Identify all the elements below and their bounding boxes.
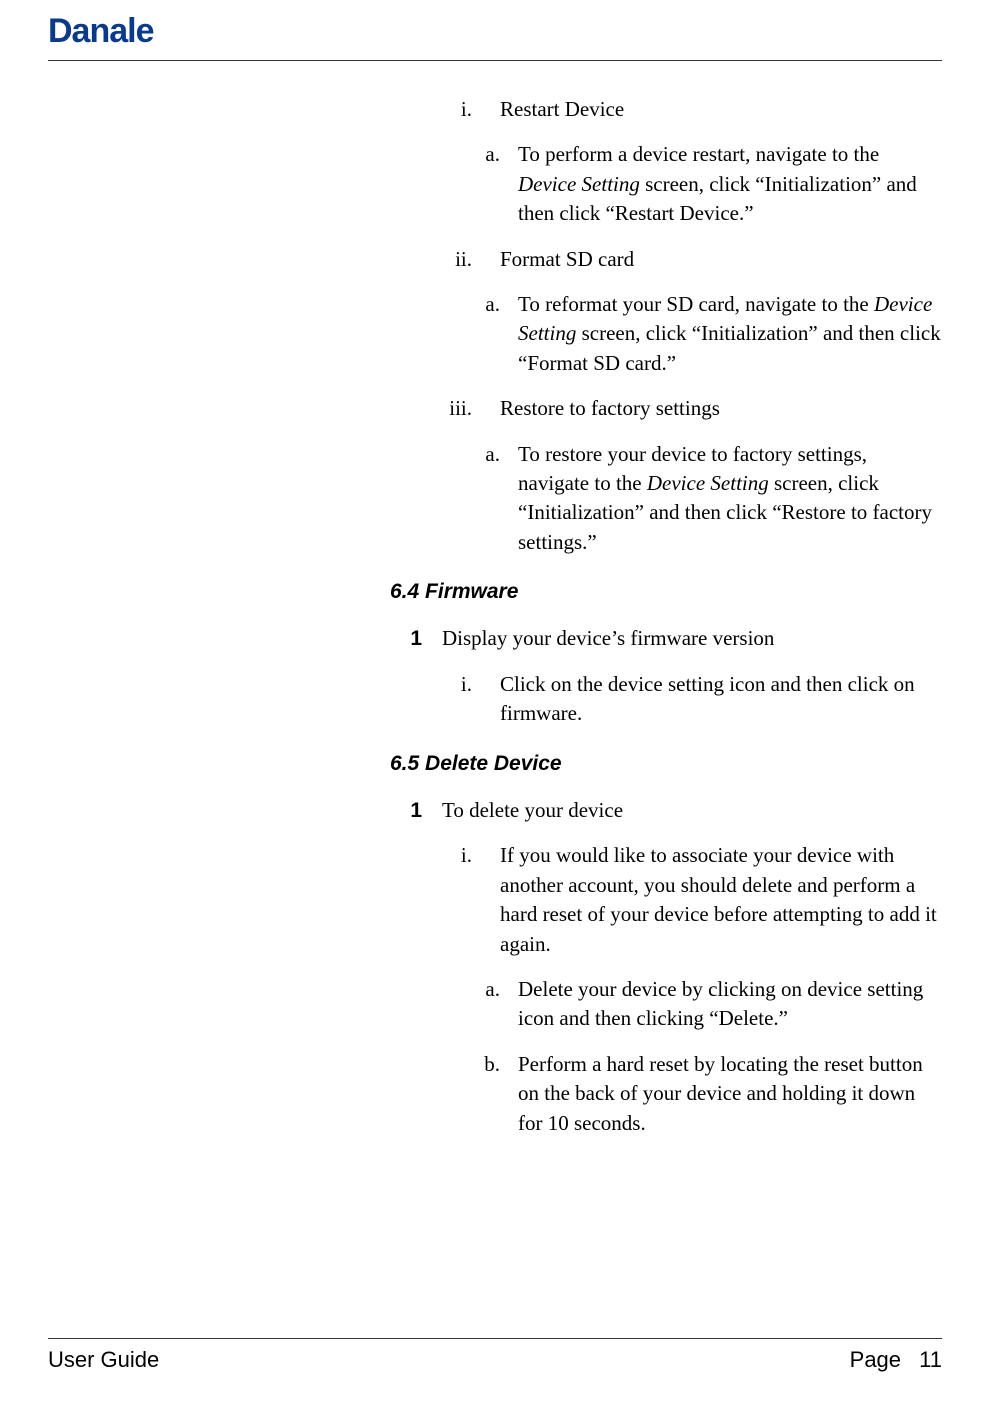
list-marker: b. <box>390 1050 518 1138</box>
list-marker: a. <box>390 975 518 1034</box>
list-text: To delete your device <box>442 796 942 825</box>
list-text: Restart Device <box>500 95 942 124</box>
list-text: To perform a device restart, navigate to… <box>518 140 942 228</box>
page-footer: User Guide Page 11 <box>48 1338 942 1376</box>
page-label: Page <box>850 1347 901 1372</box>
footer-right: Page 11 <box>850 1345 942 1376</box>
list-marker: iii. <box>390 394 500 423</box>
heading-firmware: 6.4 Firmware <box>390 577 942 606</box>
list-text: Display your device’s firmware version <box>442 624 942 653</box>
list-marker: 1 <box>390 624 442 653</box>
list-item-restart-device: i. Restart Device <box>390 95 942 124</box>
list-marker: i. <box>390 841 500 959</box>
page-number: 11 <box>919 1347 942 1372</box>
list-marker: a. <box>390 440 518 558</box>
list-text: Restore to factory settings <box>500 394 942 423</box>
substep-restore-a: a. To restore your device to factory set… <box>390 440 942 558</box>
list-item-format-sd: ii. Format SD card <box>390 245 942 274</box>
list-marker: a. <box>390 140 518 228</box>
substep-delete-i: i. If you would like to associate your d… <box>390 841 942 959</box>
list-text: Click on the device setting icon and the… <box>500 670 942 729</box>
list-marker: 1 <box>390 796 442 825</box>
substep-restart-a: a. To perform a device restart, navigate… <box>390 140 942 228</box>
list-marker: i. <box>390 95 500 124</box>
text-italic: Device Setting <box>518 172 640 196</box>
page-header: Danale <box>48 0 942 61</box>
brand-logo: Danale <box>48 8 942 56</box>
text-pre: To perform a device restart, navigate to… <box>518 142 879 166</box>
step-delete-1: 1 To delete your device <box>390 796 942 825</box>
substep-firmware-i: i. Click on the device setting icon and … <box>390 670 942 729</box>
substep-delete-b: b. Perform a hard reset by locating the … <box>390 1050 942 1138</box>
list-text: To restore your device to factory settin… <box>518 440 942 558</box>
text-pre: To reformat your SD card, navigate to th… <box>518 292 874 316</box>
list-text: Format SD card <box>500 245 942 274</box>
list-item-factory-restore: iii. Restore to factory settings <box>390 394 942 423</box>
list-text: Perform a hard reset by locating the res… <box>518 1050 942 1138</box>
text-post: screen, click “Initialization” and then … <box>518 321 941 374</box>
list-marker: ii. <box>390 245 500 274</box>
list-text: Delete your device by clicking on device… <box>518 975 942 1034</box>
substep-format-a: a. To reformat your SD card, navigate to… <box>390 290 942 378</box>
list-marker: i. <box>390 670 500 729</box>
text-italic: Device Setting <box>647 471 769 495</box>
footer-left: User Guide <box>48 1345 159 1376</box>
list-text: If you would like to associate your devi… <box>500 841 942 959</box>
heading-delete-device: 6.5 Delete Device <box>390 749 942 778</box>
list-marker: a. <box>390 290 518 378</box>
step-firmware-1: 1 Display your device’s firmware version <box>390 624 942 653</box>
list-text: To reformat your SD card, navigate to th… <box>518 290 942 378</box>
substep-delete-a: a. Delete your device by clicking on dev… <box>390 975 942 1034</box>
document-body: i. Restart Device a. To perform a device… <box>390 95 942 1154</box>
